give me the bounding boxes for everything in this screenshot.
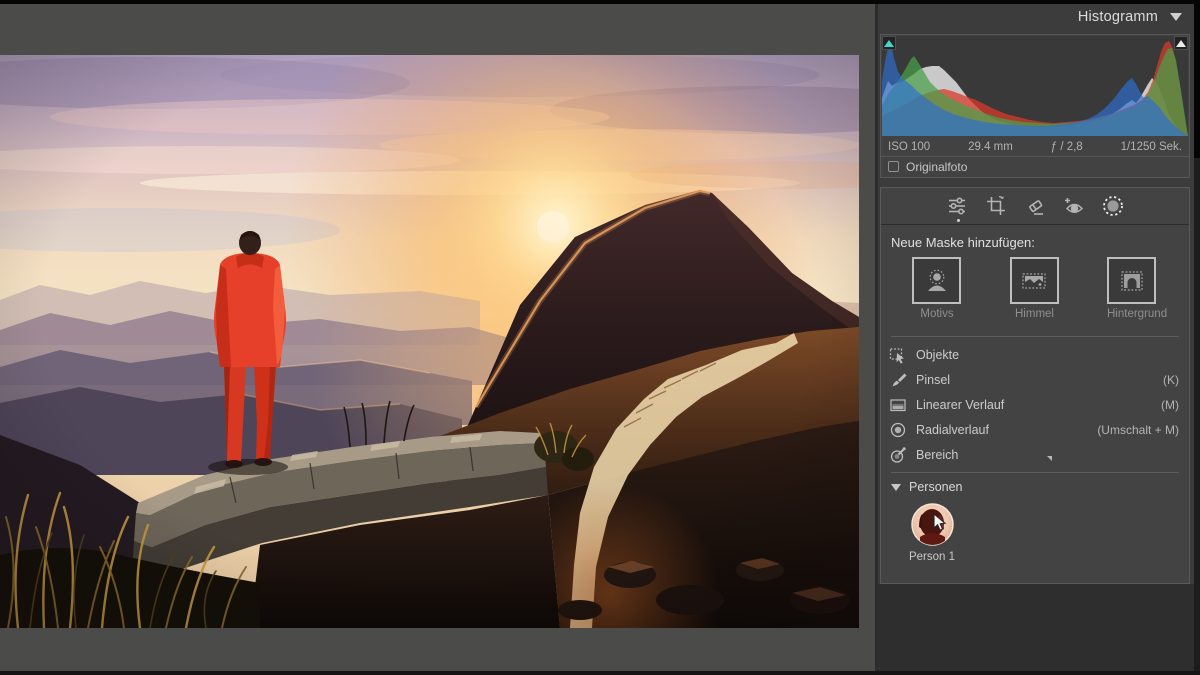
histogram-panel: ISO 100 29.4 mm ƒ / 2,8 1/1250 Sek. Orig… [880, 34, 1190, 178]
shadow-clipping-icon [884, 40, 894, 47]
people-title: Personen [909, 480, 963, 494]
masking-panel: Neue Maske hinzufügen: Motivs [880, 187, 1190, 584]
linear-gradient-icon [889, 396, 907, 414]
mask-button-sky-wrap: Himmel [1010, 257, 1060, 320]
mask-button-subject-wrap: Motivs [912, 257, 962, 320]
radial-gradient-icon [889, 421, 907, 439]
mask-button-sky[interactable] [1010, 257, 1059, 304]
mask-tool-list: Objekte Pinsel (K) [881, 337, 1189, 467]
highlight-clipping-indicator[interactable] [1174, 36, 1188, 50]
people-collapse-icon[interactable] [891, 484, 901, 491]
mask-tool-radial-gradient[interactable]: Radialverlauf (Umschalt + M) [889, 417, 1179, 442]
person-item[interactable]: Person 1 [905, 503, 959, 563]
collapse-triangle-icon[interactable] [1170, 13, 1182, 21]
objects-icon [889, 346, 907, 364]
mask-button-subject[interactable] [912, 257, 961, 304]
exif-aperture: ƒ / 2,8 [1051, 141, 1083, 153]
histogram-title: Histogramm [1078, 9, 1158, 25]
exif-focal-length: 29.4 mm [968, 141, 1013, 153]
exif-iso: ISO 100 [888, 141, 930, 153]
right-panel: Histogramm ISO 100 29.4 mm ƒ / 2,8 1/125… [878, 4, 1194, 671]
window-bottom-edge [0, 671, 1200, 675]
background-mask-icon [1118, 267, 1146, 295]
window-right-edge [1194, 0, 1200, 675]
person-label: Person 1 [905, 551, 959, 563]
people-section: Personen [881, 473, 1189, 563]
original-photo-label: Originalfoto [906, 160, 967, 174]
linear-gradient-shortcut: (M) [1161, 398, 1179, 412]
sky-mask-icon [1020, 267, 1048, 295]
radial-gradient-label: Radialverlauf [916, 423, 1097, 437]
work-area [0, 4, 875, 671]
exif-info-row: ISO 100 29.4 mm ƒ / 2,8 1/1250 Sek. [881, 137, 1189, 156]
healing-eraser-icon[interactable] [1024, 195, 1046, 217]
red-eye-icon[interactable] [1063, 195, 1085, 217]
mask-button-background-wrap: Hintergrund [1107, 257, 1157, 320]
masking-icon[interactable] [1102, 195, 1124, 217]
mask-tool-linear-gradient[interactable]: Linearer Verlauf (M) [889, 392, 1179, 417]
range-icon [889, 446, 907, 464]
range-label: Bereich [916, 448, 1043, 462]
crop-icon[interactable] [985, 195, 1007, 217]
histogram-header[interactable]: Histogramm [1078, 9, 1182, 25]
brush-label: Pinsel [916, 373, 1163, 387]
mask-button-sky-label: Himmel [1010, 308, 1060, 320]
shadow-clipping-indicator[interactable] [882, 36, 896, 50]
edit-toolbar [881, 188, 1189, 225]
subject-mask-icon [923, 267, 951, 295]
lightroom-window: Histogramm ISO 100 29.4 mm ƒ / 2,8 1/125… [0, 0, 1200, 675]
active-tool-dot [957, 219, 960, 222]
histogram-canvas[interactable] [882, 36, 1188, 136]
mouse-cursor [933, 513, 949, 538]
mask-button-background[interactable] [1107, 257, 1156, 304]
mask-tool-range[interactable]: Bereich [889, 442, 1179, 467]
range-flyout-icon [1047, 456, 1052, 461]
mask-tool-brush[interactable]: Pinsel (K) [889, 367, 1179, 392]
add-mask-label: Neue Maske hinzufügen: [891, 235, 1189, 250]
objects-label: Objekte [916, 348, 1179, 362]
mask-tool-objects[interactable]: Objekte [889, 342, 1179, 367]
people-header[interactable]: Personen [891, 480, 1179, 494]
mask-type-buttons: Motivs Himmel [881, 257, 1189, 320]
radial-gradient-shortcut: (Umschalt + M) [1097, 423, 1179, 437]
highlight-clipping-icon [1176, 40, 1186, 47]
exif-shutter: 1/1250 Sek. [1121, 141, 1182, 153]
brush-shortcut: (K) [1163, 373, 1179, 387]
original-photo-row[interactable]: Originalfoto [881, 156, 1189, 176]
mask-button-background-label: Hintergrund [1107, 308, 1157, 320]
linear-gradient-label: Linearer Verlauf [916, 398, 1161, 412]
photo-viewport[interactable] [0, 55, 859, 628]
mask-button-subject-label: Motivs [912, 308, 962, 320]
brush-icon [889, 371, 907, 389]
histogram-chart [882, 36, 1188, 136]
person-avatar[interactable] [911, 503, 954, 546]
photo-canvas [0, 55, 859, 628]
vignette [0, 55, 859, 628]
edit-sliders-icon[interactable] [946, 195, 968, 217]
original-photo-checkbox[interactable] [888, 161, 899, 172]
